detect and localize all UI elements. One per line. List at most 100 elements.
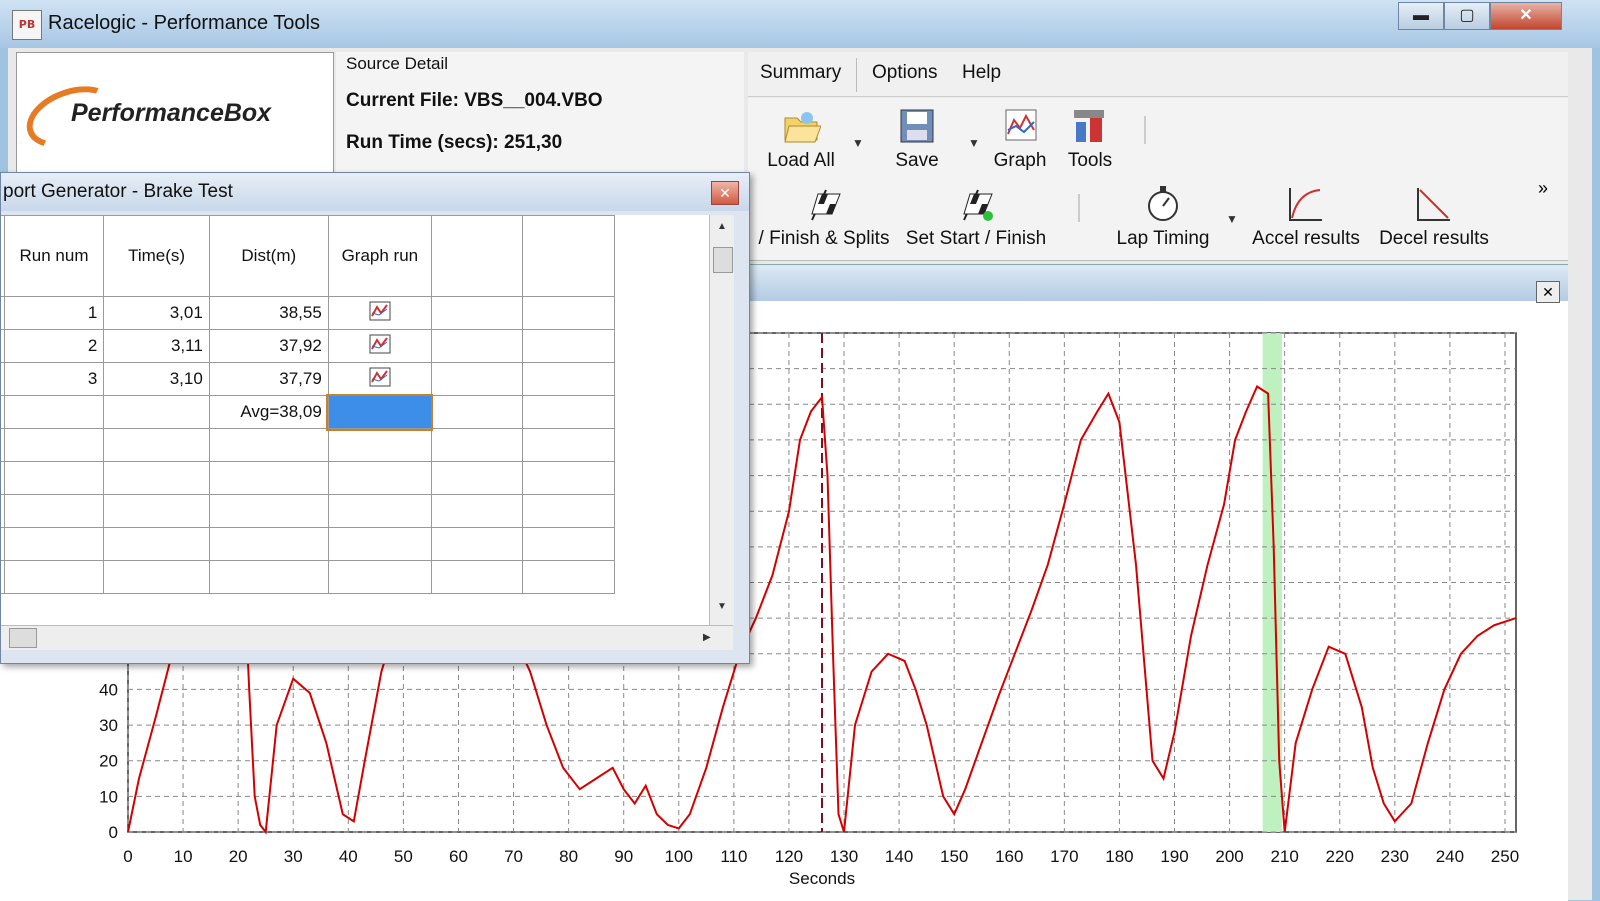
decel-results-button[interactable]: Decel results bbox=[1378, 184, 1490, 250]
horizontal-scrollbar[interactable]: ▶ bbox=[1, 625, 733, 650]
empty-cell bbox=[522, 527, 615, 561]
dialog-close-button[interactable]: ✕ bbox=[711, 181, 739, 205]
load-all-button[interactable]: Load All bbox=[764, 106, 838, 172]
empty-cell bbox=[327, 494, 432, 528]
accel-results-button[interactable]: Accel results bbox=[1250, 184, 1362, 250]
col-header-dist[interactable]: Dist(m) bbox=[208, 215, 329, 297]
finish-splits-label: / Finish & Splits bbox=[758, 228, 890, 249]
floppy-disk-icon bbox=[900, 109, 934, 143]
logo-panel: PerformanceBox bbox=[16, 52, 334, 176]
scroll-up-icon[interactable]: ▲ bbox=[717, 221, 727, 232]
empty-cell bbox=[103, 395, 210, 429]
x-tick-label: 100 bbox=[665, 847, 693, 866]
start-finish-flag-icon bbox=[963, 189, 993, 221]
scroll-right-icon[interactable]: ▶ bbox=[703, 632, 711, 643]
set-start-finish-label: Set Start / Finish bbox=[905, 228, 1047, 249]
graph-run-cell[interactable] bbox=[327, 362, 432, 396]
dist-cell: 38,55 bbox=[208, 296, 329, 330]
col-header-run-num[interactable]: Run num bbox=[3, 215, 105, 297]
graph-run-icon[interactable] bbox=[369, 367, 391, 387]
menu-divider bbox=[856, 58, 857, 92]
empty-cell bbox=[430, 527, 524, 561]
lap-timing-button[interactable]: Lap Timing bbox=[1112, 184, 1214, 250]
graph-button[interactable]: Graph bbox=[992, 106, 1048, 172]
graph-run-icon[interactable] bbox=[369, 334, 391, 354]
minimize-button[interactable]: ▬ bbox=[1398, 2, 1444, 30]
empty-cell bbox=[208, 428, 329, 462]
results-grid: se Run num Time(s) Dist(m) Graph run ✔ 1… bbox=[1, 215, 709, 625]
empty-cell bbox=[103, 560, 210, 594]
save-dropdown-icon[interactable]: ▼ bbox=[968, 136, 980, 150]
menu-help[interactable]: Help bbox=[962, 62, 1001, 84]
menu-options[interactable]: Options bbox=[872, 62, 937, 84]
stopwatch-icon bbox=[1148, 186, 1178, 221]
selected-cell[interactable] bbox=[326, 393, 434, 431]
window-titlebar: PB Racelogic - Performance Tools ▬ ▢ ✕ bbox=[0, 0, 1600, 48]
graph-run-cell[interactable] bbox=[327, 296, 432, 330]
y-tick-label: 30 bbox=[99, 716, 118, 735]
lap-timing-dropdown-icon[interactable]: ▼ bbox=[1226, 212, 1238, 226]
x-tick-label: 120 bbox=[775, 847, 803, 866]
vertical-scrollbar[interactable]: ▲ ▼ bbox=[709, 215, 734, 625]
time-cell: 3,10 bbox=[103, 362, 210, 396]
empty-cell bbox=[430, 461, 524, 495]
x-tick-label: 70 bbox=[504, 847, 523, 866]
tools-label: Tools bbox=[1067, 150, 1113, 171]
save-button[interactable]: Save bbox=[894, 106, 940, 172]
table-row[interactable]: ✔ 3 3,10 37,79 bbox=[1, 362, 615, 396]
graph-run-cell[interactable] bbox=[327, 329, 432, 363]
empty-cell bbox=[103, 494, 210, 528]
tools-button[interactable]: Tools bbox=[1064, 106, 1116, 172]
x-tick-label: 220 bbox=[1326, 847, 1354, 866]
empty-cell bbox=[430, 362, 524, 396]
empty-cell bbox=[430, 560, 524, 594]
col-header-graph-run[interactable]: Graph run bbox=[327, 215, 432, 297]
toolbar-overflow-icon[interactable]: » bbox=[1538, 178, 1548, 199]
empty-cell bbox=[327, 428, 432, 462]
graph-icon bbox=[1005, 109, 1037, 141]
empty-cell bbox=[3, 527, 105, 561]
x-tick-label: 60 bbox=[449, 847, 468, 866]
col-header-time[interactable]: Time(s) bbox=[103, 215, 210, 297]
set-start-finish-button[interactable]: Set Start / Finish bbox=[904, 184, 1048, 250]
load-all-dropdown-icon[interactable]: ▼ bbox=[852, 136, 864, 150]
empty-cell bbox=[522, 362, 615, 396]
dialog-title: port Generator - Brake Test bbox=[3, 181, 233, 202]
menu-summary[interactable]: Summary bbox=[760, 62, 841, 84]
table-row bbox=[1, 428, 615, 462]
empty-cell bbox=[103, 527, 210, 561]
toolbar-row-1: Load All ▼ Save ▼ Graph Tools bbox=[748, 98, 1568, 176]
graph-label: Graph bbox=[993, 150, 1047, 171]
graph-run-icon[interactable] bbox=[369, 301, 391, 321]
empty-cell bbox=[3, 494, 105, 528]
save-label: Save bbox=[895, 150, 939, 171]
scroll-thumb[interactable] bbox=[713, 247, 733, 273]
close-button[interactable]: ✕ bbox=[1490, 2, 1562, 30]
time-cell: 3,11 bbox=[103, 329, 210, 363]
col-header-empty bbox=[430, 215, 524, 297]
finish-splits-button[interactable]: / Finish & Splits bbox=[756, 184, 892, 250]
x-tick-label: 170 bbox=[1050, 847, 1078, 866]
y-tick-label: 10 bbox=[99, 787, 118, 806]
logo-text: PerformanceBox bbox=[71, 99, 272, 127]
table-row[interactable]: ✔ 1 3,01 38,55 bbox=[1, 296, 615, 330]
x-tick-label: 110 bbox=[720, 847, 747, 866]
x-tick-label: 10 bbox=[174, 847, 193, 866]
run-time: Run Time (secs): 251,30 bbox=[346, 132, 563, 153]
empty-cell bbox=[430, 428, 524, 462]
scroll-down-icon[interactable]: ▼ bbox=[717, 601, 727, 612]
maximize-button[interactable]: ▢ bbox=[1444, 2, 1490, 30]
hscroll-thumb[interactable] bbox=[9, 628, 37, 648]
empty-cell bbox=[522, 296, 615, 330]
accel-curve-icon bbox=[1289, 188, 1322, 221]
table-row bbox=[1, 494, 615, 528]
empty-cell bbox=[430, 395, 524, 429]
empty-cell bbox=[522, 395, 615, 429]
table-row[interactable]: ✔ 2 3,11 37,92 bbox=[1, 329, 615, 363]
current-file: Current File: VBS__004.VBO bbox=[346, 90, 603, 111]
x-tick-label: 190 bbox=[1160, 847, 1188, 866]
empty-cell bbox=[3, 461, 105, 495]
y-tick-label: 20 bbox=[99, 752, 118, 771]
toolbar-separator bbox=[1144, 116, 1146, 144]
empty-cell bbox=[522, 428, 615, 462]
